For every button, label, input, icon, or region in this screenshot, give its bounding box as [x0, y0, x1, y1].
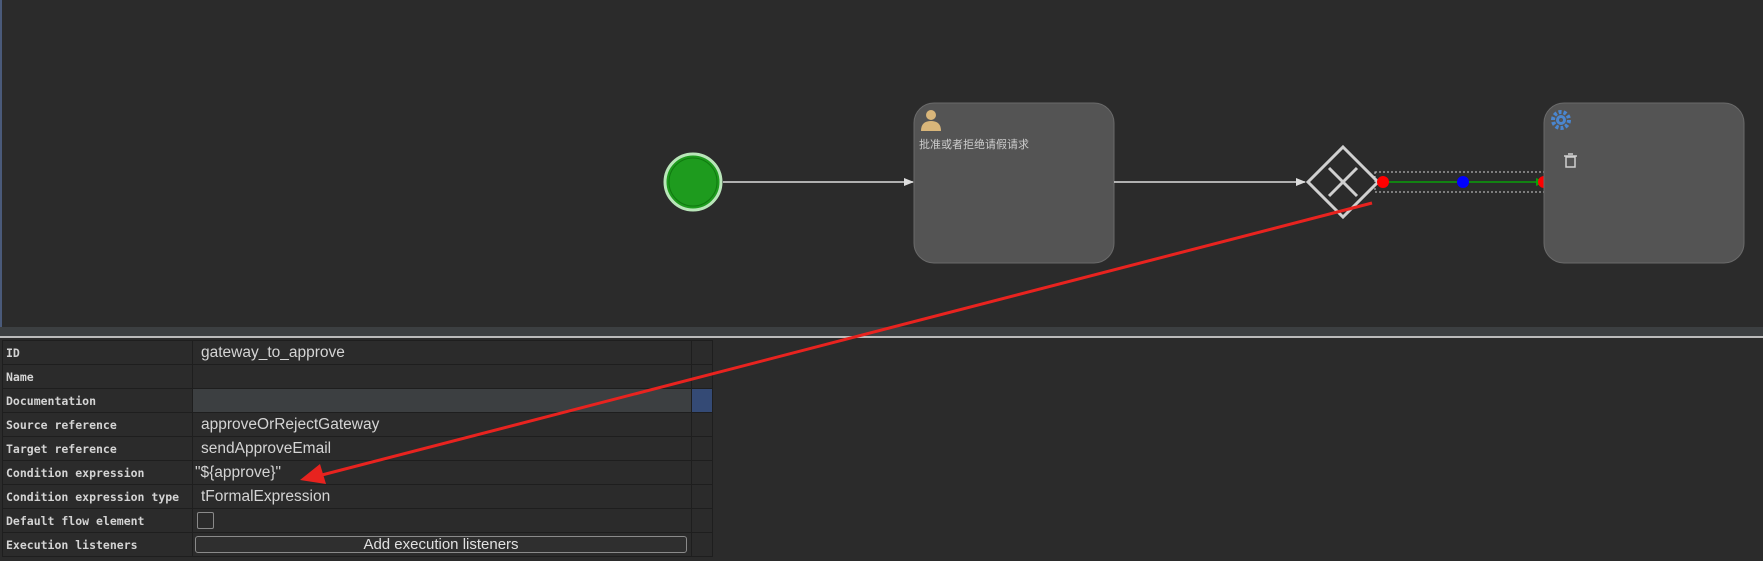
property-label: Condition expression type	[2, 484, 193, 509]
property-label: Documentation	[2, 388, 193, 413]
property-label: Name	[2, 364, 193, 389]
documentation-edit-button[interactable]	[691, 388, 713, 413]
property-name-value[interactable]	[192, 364, 692, 389]
exclusive-gateway[interactable]	[1305, 144, 1381, 220]
start-event[interactable]	[663, 152, 723, 212]
diagram-canvas[interactable]: 批准或者拒绝请假请求	[0, 0, 1763, 338]
selected-sequence-flow[interactable]	[1374, 171, 1555, 193]
property-row-target: Target reference sendApproveEmail	[2, 436, 713, 461]
property-row-condition-type: Condition expression type tFormalExpress…	[2, 484, 713, 509]
property-label: Default flow element	[2, 508, 193, 533]
property-row-listeners: Execution listeners Add execution listen…	[2, 532, 713, 557]
panel-splitter[interactable]	[0, 327, 1763, 338]
property-label: Condition expression	[2, 460, 193, 485]
property-target-value[interactable]: sendApproveEmail	[192, 436, 692, 461]
service-task[interactable]	[1543, 102, 1745, 264]
property-row-name: Name	[2, 364, 713, 389]
user-task[interactable]: 批准或者拒绝请假请求	[913, 102, 1115, 264]
properties-panel: ID gateway_to_approve Name Documentation…	[0, 340, 1763, 561]
property-label: Target reference	[2, 436, 193, 461]
properties-table: ID gateway_to_approve Name Documentation…	[2, 340, 713, 557]
property-condition-value[interactable]: "${approve}"	[192, 460, 692, 485]
flow-mid-handle[interactable]	[1457, 176, 1469, 188]
property-label: ID	[2, 340, 193, 365]
property-row-default-flow: Default flow element	[2, 508, 713, 533]
property-documentation-value[interactable]	[192, 388, 692, 413]
property-row-source: Source reference approveOrRejectGateway	[2, 412, 713, 437]
property-row-documentation: Documentation	[2, 388, 713, 413]
flow-start-handle[interactable]	[1377, 176, 1389, 188]
user-task-label: 批准或者拒绝请假请求	[919, 137, 1029, 151]
bpmn-diagram: 批准或者拒绝请假请求	[663, 102, 1745, 264]
default-flow-checkbox[interactable]	[197, 511, 214, 529]
property-label: Execution listeners	[2, 532, 193, 557]
add-execution-listeners-button[interactable]: Add execution listeners	[195, 536, 687, 553]
property-label: Source reference	[2, 412, 193, 437]
property-condition-type-value[interactable]: tFormalExpression	[192, 484, 692, 509]
property-row-condition: Condition expression "${approve}"	[2, 460, 713, 485]
property-source-value[interactable]: approveOrRejectGateway	[192, 412, 692, 437]
property-id-value[interactable]: gateway_to_approve	[192, 340, 692, 365]
property-row-id: ID gateway_to_approve	[2, 340, 713, 365]
